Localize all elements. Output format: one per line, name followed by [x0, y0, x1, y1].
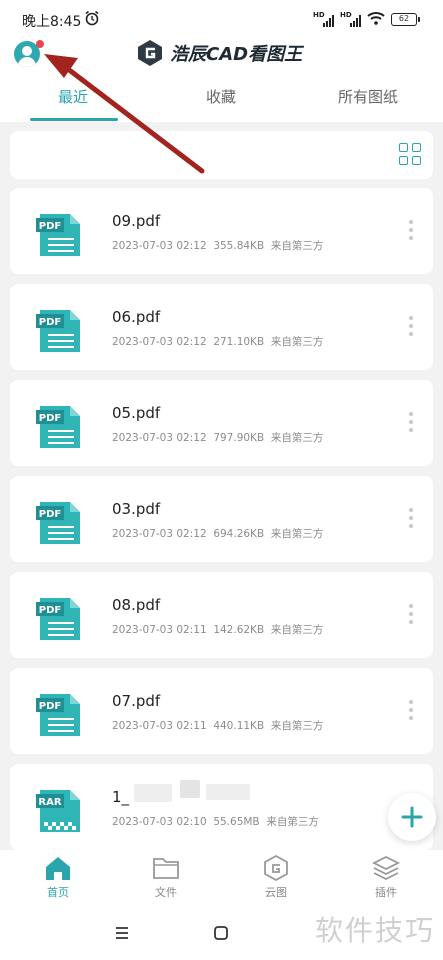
- file-meta: 2023-07-03 02:12 694.26KB 来自第三方: [112, 528, 324, 540]
- tab-favorites[interactable]: 收藏: [206, 86, 236, 107]
- file-meta: 2023-07-03 02:11 142.62KB 来自第三方: [112, 624, 324, 636]
- grid-view-icon[interactable]: [399, 143, 423, 167]
- more-options-icon[interactable]: [409, 508, 413, 530]
- file-card[interactable]: PDF 06.pdf 2023-07-03 02:12 271.10KB 来自第…: [10, 284, 433, 370]
- file-name: 09.pdf: [112, 212, 161, 230]
- nav-cloud-drawing[interactable]: 云图: [236, 854, 316, 900]
- status-time: 晚上8:45: [22, 14, 82, 30]
- pdf-file-icon: PDF: [36, 310, 80, 352]
- file-name: 07.pdf: [112, 692, 161, 710]
- menu-icon[interactable]: [114, 926, 130, 940]
- tab-recent[interactable]: 最近: [58, 86, 88, 107]
- folder-icon: [153, 858, 179, 879]
- nav-label: 首页: [47, 886, 69, 899]
- file-meta: 2023-07-03 02:11 440.11KB 来自第三方: [112, 720, 324, 732]
- pdf-file-icon: PDF: [36, 502, 80, 544]
- tab-bar: 最近 收藏 所有图纸: [0, 84, 443, 122]
- more-options-icon[interactable]: [409, 412, 413, 434]
- file-card[interactable]: PDF 07.pdf 2023-07-03 02:11 440.11KB 来自第…: [10, 668, 433, 754]
- battery-icon: 62: [391, 13, 420, 26]
- file-card[interactable]: PDF 09.pdf 2023-07-03 02:12 355.84KB 来自第…: [10, 188, 433, 274]
- file-meta: 2023-07-03 02:12 355.84KB 来自第三方: [112, 240, 324, 252]
- wifi-icon: [367, 10, 385, 29]
- pdf-file-icon: PDF: [36, 694, 80, 736]
- more-options-icon[interactable]: [409, 316, 413, 338]
- svg-text:PDF: PDF: [39, 605, 61, 616]
- file-card[interactable]: PDF 08.pdf 2023-07-03 02:11 142.62KB 来自第…: [10, 572, 433, 658]
- redacted-filename: [134, 784, 172, 802]
- pdf-file-icon: PDF: [36, 598, 80, 640]
- tab-all-drawings[interactable]: 所有图纸: [338, 86, 398, 107]
- plus-icon: [401, 806, 423, 828]
- file-meta: 2023-07-03 02:10 55.65MB 来自第三方: [112, 816, 319, 828]
- file-name: 05.pdf: [112, 404, 161, 422]
- redacted-filename: [180, 780, 200, 798]
- app-header: 浩辰CAD看图王 最近 收藏 所有图纸: [0, 34, 443, 122]
- search-bar[interactable]: [10, 131, 433, 179]
- file-name: 06.pdf: [112, 308, 161, 326]
- nav-label: 文件: [155, 886, 177, 899]
- watermark: 软件技巧: [314, 914, 435, 947]
- signal-icon: HD: [340, 11, 361, 27]
- svg-text:RAR: RAR: [38, 797, 61, 808]
- nav-files[interactable]: 文件: [126, 854, 206, 900]
- nav-plugins[interactable]: 插件: [346, 854, 426, 900]
- pdf-file-icon: PDF: [36, 214, 80, 256]
- more-options-icon[interactable]: [409, 700, 413, 722]
- pdf-file-icon: PDF: [36, 406, 80, 448]
- file-name: 08.pdf: [112, 596, 161, 614]
- more-options-icon[interactable]: [409, 220, 413, 242]
- home-button-icon[interactable]: [213, 925, 229, 941]
- home-icon: [46, 857, 70, 880]
- file-meta: 2023-07-03 02:12 797.90KB 来自第三方: [112, 432, 324, 444]
- tab-indicator: [30, 118, 118, 121]
- nav-home[interactable]: 首页: [18, 854, 98, 900]
- signal-icon: HD: [313, 11, 334, 27]
- cloud-drawing-icon: [264, 854, 288, 882]
- file-card[interactable]: RAR 1_ 2023-07-03 02:10 55.65MB 来自第三方: [10, 764, 433, 850]
- svg-text:PDF: PDF: [39, 221, 61, 232]
- svg-text:PDF: PDF: [39, 317, 61, 328]
- app-logo: 浩辰CAD看图王: [136, 39, 302, 67]
- file-card[interactable]: PDF 05.pdf 2023-07-03 02:12 797.90KB 来自第…: [10, 380, 433, 466]
- file-meta: 2023-07-03 02:12 271.10KB 来自第三方: [112, 336, 324, 348]
- notification-dot: [36, 40, 44, 48]
- svg-text:PDF: PDF: [39, 509, 61, 520]
- status-bar: 晚上8:45 HD HD 62: [0, 0, 443, 34]
- file-name: 03.pdf: [112, 500, 161, 518]
- logo-icon: [138, 40, 162, 66]
- status-indicators: HD HD 62: [313, 10, 420, 29]
- nav-label: 插件: [375, 886, 397, 899]
- app-title: 浩辰CAD看图王: [170, 44, 303, 65]
- bottom-nav: 首页 文件 云图 插件: [0, 850, 443, 906]
- nav-label: 云图: [265, 886, 287, 899]
- file-card[interactable]: PDF 03.pdf 2023-07-03 02:12 694.26KB 来自第…: [10, 476, 433, 562]
- more-options-icon[interactable]: [409, 604, 413, 626]
- add-button[interactable]: [388, 793, 436, 841]
- file-name: 1_: [112, 788, 130, 806]
- rar-file-icon: RAR: [36, 790, 80, 832]
- alarm-icon: [84, 10, 100, 30]
- layers-icon: [371, 855, 401, 881]
- redacted-filename: [206, 784, 250, 800]
- svg-text:PDF: PDF: [39, 413, 61, 424]
- svg-text:PDF: PDF: [39, 701, 61, 712]
